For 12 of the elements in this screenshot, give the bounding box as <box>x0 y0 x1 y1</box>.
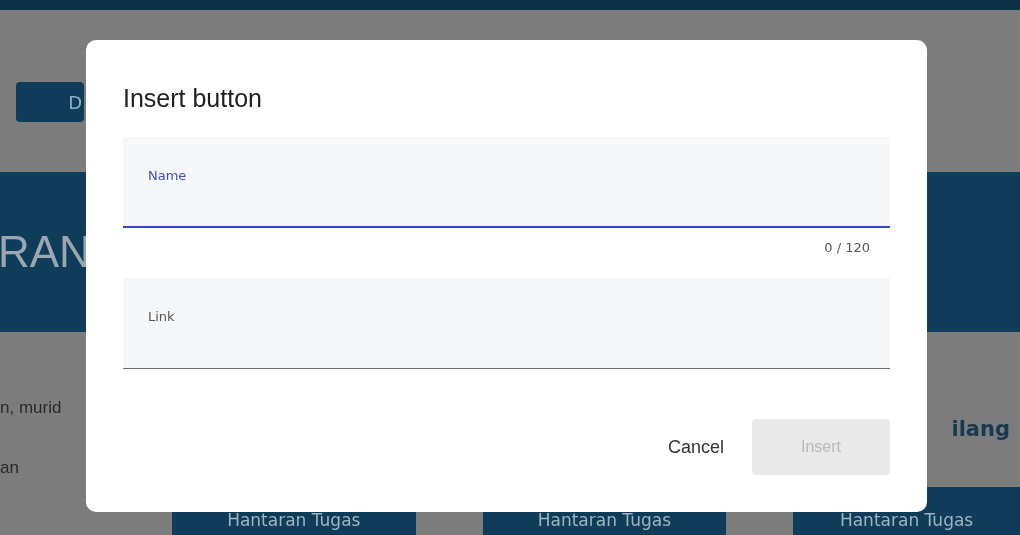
character-counter: 0 / 120 <box>824 240 870 257</box>
input-field[interactable]: Name <box>123 137 890 228</box>
page-button[interactable]: D <box>16 82 84 122</box>
dialog-title: Insert button <box>123 84 263 113</box>
field-label: Link <box>148 309 175 324</box>
page-text: n, murid <box>0 398 62 418</box>
cancel-button[interactable]: Cancel <box>667 436 724 458</box>
section-heading: ilang <box>951 416 1011 443</box>
banner-title: RAN <box>0 227 91 277</box>
page-text: an <box>0 458 20 478</box>
field-label: Name <box>148 168 187 183</box>
input-field[interactable]: Link <box>123 278 890 369</box>
